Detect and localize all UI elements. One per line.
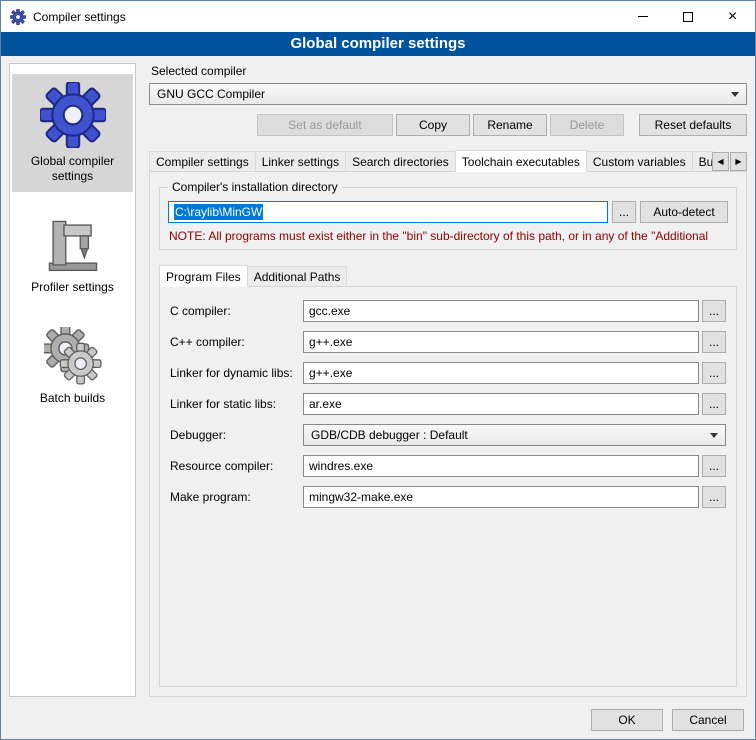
sidebar-item-label: Global compiler settings [14,154,131,184]
c-compiler-row: C compiler: ... [170,300,726,322]
installation-directory-row: C:\raylib\MinGW ... Auto-detect [168,201,728,223]
tab-scroll-buttons: ◀ ▶ [712,152,747,171]
static-linker-input[interactable] [303,393,699,415]
sidebar-item-global-compiler-settings[interactable]: Global compiler settings [12,74,133,192]
copy-button[interactable]: Copy [396,114,470,136]
cpp-compiler-row: C++ compiler: ... [170,331,726,353]
program-files-panel: C compiler: ... C++ compiler: ... Linker… [159,286,737,687]
static-linker-browse-button[interactable]: ... [702,393,726,415]
static-linker-row: Linker for static libs: ... [170,393,726,415]
gear-icon [40,82,106,148]
sidebar: Global compiler settings Profiler settin… [9,63,136,697]
cancel-button[interactable]: Cancel [672,709,744,731]
ok-button[interactable]: OK [591,709,663,731]
auto-detect-button[interactable]: Auto-detect [640,201,728,223]
resource-compiler-label: Resource compiler: [170,459,303,473]
minimize-icon [638,16,648,17]
cpp-compiler-label: C++ compiler: [170,335,303,349]
resource-compiler-input[interactable] [303,455,699,477]
sidebar-item-label: Profiler settings [31,280,114,295]
minimize-button[interactable] [620,1,665,32]
selected-compiler-value: GNU GCC Compiler [157,87,265,101]
tab-search-directories[interactable]: Search directories [345,151,456,171]
maximize-button[interactable] [665,1,710,32]
tab-program-files[interactable]: Program Files [159,265,248,287]
rename-button[interactable]: Rename [473,114,547,136]
compiler-actions: Set as default Copy Rename Delete Reset … [149,114,747,136]
resource-compiler-browse-button[interactable]: ... [702,455,726,477]
selected-compiler-dropdown[interactable]: GNU GCC Compiler [149,83,747,105]
installation-directory-input[interactable]: C:\raylib\MinGW [168,201,608,223]
close-icon: × [728,9,737,25]
tab-additional-paths[interactable]: Additional Paths [247,266,348,286]
debugger-label: Debugger: [170,428,303,442]
window-title: Compiler settings [33,10,620,24]
sidebar-item-batch-builds[interactable]: Batch builds [12,319,133,414]
maximize-icon [683,12,693,22]
tab-linker-settings[interactable]: Linker settings [255,151,346,171]
c-compiler-browse-button[interactable]: ... [702,300,726,322]
chevron-down-icon [710,433,718,438]
tab-scroll-left-icon[interactable]: ◀ [712,152,729,171]
main-panel: Selected compiler GNU GCC Compiler Set a… [149,63,747,697]
cpp-compiler-browse-button[interactable]: ... [702,331,726,353]
reset-defaults-button[interactable]: Reset defaults [639,114,747,136]
debugger-row: Debugger: GDB/CDB debugger : Default [170,424,726,446]
tab-toolchain-executables[interactable]: Toolchain executables [455,150,587,172]
set-as-default-button[interactable]: Set as default [257,114,393,136]
toolchain-executables-panel: Compiler's installation directory C:\ray… [149,171,747,697]
dynamic-linker-input[interactable] [303,362,699,384]
dynamic-linker-label: Linker for dynamic libs: [170,366,303,380]
app-icon [10,9,26,25]
profiler-icon [44,216,102,274]
tab-custom-variables[interactable]: Custom variables [586,151,693,171]
cpp-compiler-input[interactable] [303,331,699,353]
make-program-label: Make program: [170,490,303,504]
tab-build-options[interactable]: Buil [692,151,713,171]
tab-compiler-settings[interactable]: Compiler settings [149,151,256,171]
dialog-footer: OK Cancel [1,701,755,739]
dialog-header: Global compiler settings [1,32,755,56]
debugger-value: GDB/CDB debugger : Default [311,428,468,442]
resource-compiler-row: Resource compiler: ... [170,455,726,477]
installation-directory-browse-button[interactable]: ... [612,201,636,223]
dynamic-linker-row: Linker for dynamic libs: ... [170,362,726,384]
chevron-down-icon [731,92,739,97]
installation-directory-group: Compiler's installation directory C:\ray… [159,187,737,250]
debugger-dropdown[interactable]: GDB/CDB debugger : Default [303,424,726,446]
caption-buttons: × [620,1,755,32]
tab-strip: Compiler settings Linker settings Search… [149,150,747,171]
static-linker-label: Linker for static libs: [170,397,303,411]
make-program-row: Make program: ... [170,486,726,508]
sidebar-item-label: Batch builds [40,391,105,406]
bin-directory-note: NOTE: All programs must exist either in … [169,229,727,243]
delete-button[interactable]: Delete [550,114,624,136]
tab-scroll-right-icon[interactable]: ▶ [730,152,747,171]
selected-compiler-label: Selected compiler [151,64,747,78]
make-program-input[interactable] [303,486,699,508]
close-button[interactable]: × [710,1,755,32]
sidebar-item-profiler-settings[interactable]: Profiler settings [12,208,133,303]
make-program-browse-button[interactable]: ... [702,486,726,508]
dialog-content: Global compiler settings Profiler settin… [1,56,755,701]
installation-directory-label: Compiler's installation directory [168,180,342,194]
batch-builds-icon [44,327,102,385]
c-compiler-input[interactable] [303,300,699,322]
titlebar: Compiler settings × [1,1,755,32]
installation-directory-value: C:\raylib\MinGW [174,204,263,220]
c-compiler-label: C compiler: [170,304,303,318]
compiler-settings-window: Compiler settings × Global compiler sett… [0,0,756,740]
dynamic-linker-browse-button[interactable]: ... [702,362,726,384]
program-files-tab-strip: Program Files Additional Paths [159,265,737,286]
